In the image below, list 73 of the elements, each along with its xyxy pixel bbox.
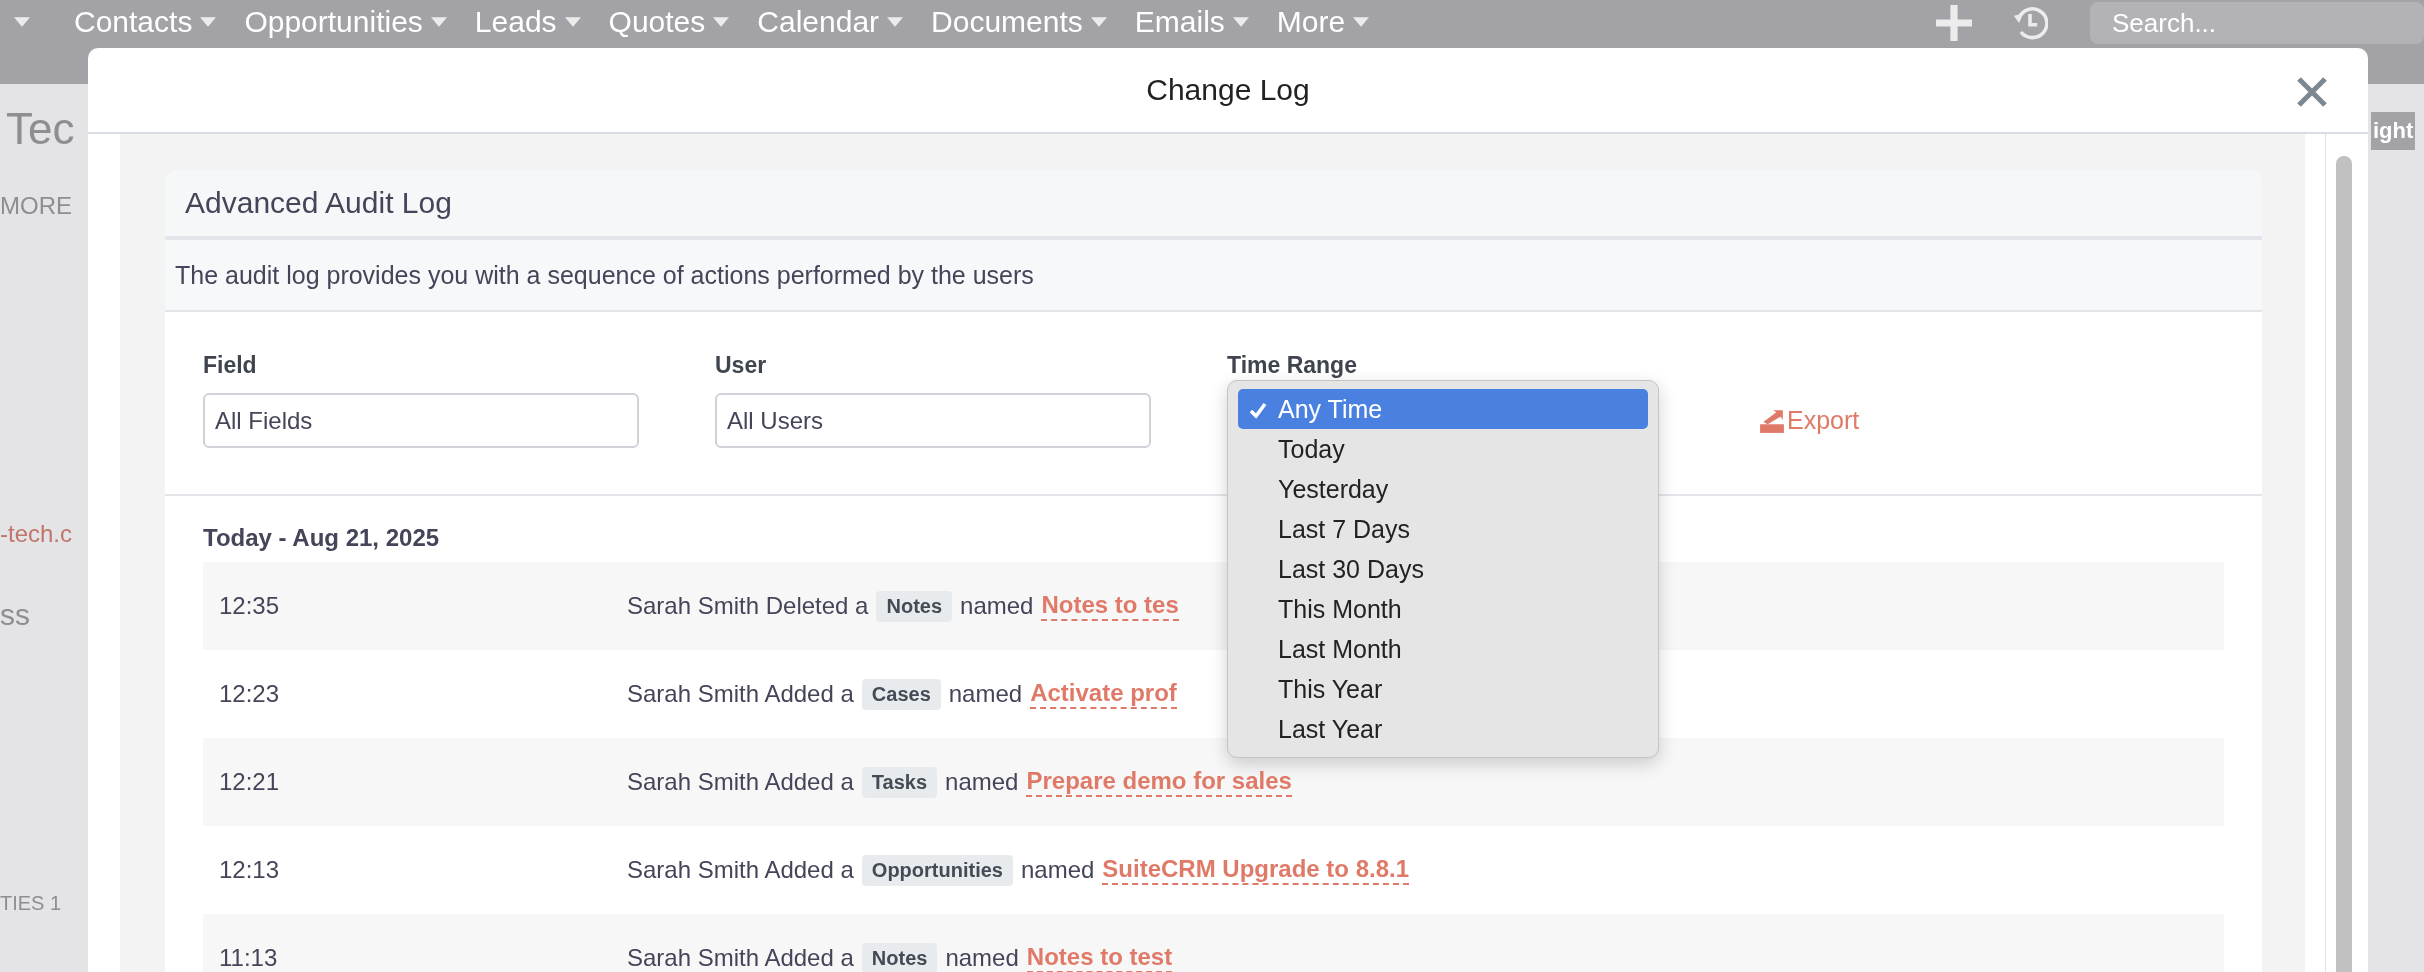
caret-icon (1353, 17, 1370, 27)
filter-field[interactable]: All Users (715, 393, 1151, 448)
action-text: Sarah Smith Added a (627, 944, 854, 972)
record-link[interactable]: Prepare demo for sales (1026, 767, 1292, 797)
filter-label: Field (203, 352, 258, 379)
connector-text: named (960, 592, 1034, 620)
history-icon[interactable] (2012, 5, 2048, 41)
page-text: TIES 1 (0, 892, 63, 915)
dropdown-option[interactable]: Last Year (1238, 709, 1648, 749)
page-text: -tech.c (0, 520, 74, 548)
dropdown-option[interactable]: Yesterday (1238, 469, 1648, 509)
filter-field[interactable]: All Fields (203, 393, 639, 448)
nav-menu-item[interactable]: More (1276, 2, 1370, 42)
dropdown-option[interactable]: Last 7 Days (1238, 509, 1648, 549)
dropdown-option[interactable]: This Year (1238, 669, 1648, 709)
dropdown-option[interactable]: Last Month (1238, 629, 1648, 669)
dropdown-option[interactable]: Any Time (1238, 389, 1648, 429)
dropdown-option[interactable]: This Month (1238, 589, 1648, 629)
caret-icon (430, 17, 447, 27)
record-link[interactable]: SuiteCRM Upgrade to 8.8.1 (1102, 855, 1410, 885)
action-text: Sarah Smith Added a (627, 680, 854, 708)
time-text: 11:13 (218, 944, 279, 972)
modal-title: Change Log (1146, 73, 1310, 107)
time-text: 12:35 (218, 592, 281, 620)
action-text: Sarah Smith Added a (627, 856, 854, 884)
dropdown-option[interactable]: Today (1238, 429, 1648, 469)
filter-label: Time Range (1227, 352, 1358, 379)
export-link[interactable]: Export (1759, 406, 1860, 435)
record-link[interactable]: Notes to test (1026, 943, 1173, 972)
record-link[interactable]: Notes to tes (1041, 591, 1179, 621)
module-tag: Notes (876, 590, 953, 622)
nav-menu-item[interactable]: Contacts (74, 2, 217, 42)
nav-menu-item[interactable]: Calendar (757, 2, 904, 42)
time-text: 12:23 (218, 680, 281, 708)
module-tag: Notes (861, 942, 938, 972)
module-tag: Tasks (861, 766, 938, 798)
caret-icon (1232, 17, 1249, 27)
page-text: ss (0, 598, 31, 632)
module-tag: Opportunities (861, 854, 1013, 886)
time-text: 12:21 (218, 768, 281, 796)
module-tag: Cases (861, 678, 941, 710)
action-text: Sarah Smith Deleted a (627, 592, 869, 620)
close-icon[interactable] (2296, 76, 2328, 108)
caret-icon (200, 17, 217, 27)
nav-menu-item[interactable]: Leads (474, 2, 581, 42)
page-text: Tec (6, 104, 76, 154)
caret-icon[interactable] (14, 17, 30, 27)
nav-menu-item[interactable]: Opportunities (244, 2, 447, 42)
connector-text: named (948, 680, 1023, 708)
filter-label: User (715, 352, 768, 379)
action-text: Sarah Smith Added a (627, 768, 854, 796)
connector-text: named (945, 768, 1019, 796)
caret-icon (713, 17, 730, 27)
caret-icon (564, 17, 581, 27)
export-icon (1759, 408, 1785, 433)
connector-text: named (1020, 856, 1095, 884)
dropdown-option[interactable]: Last 30 Days (1238, 549, 1648, 589)
record-link[interactable]: Activate prof (1030, 679, 1177, 709)
scrollbar-thumb[interactable] (2336, 156, 2352, 972)
description-text: The audit log provides you with a sequence of actions performed by the users (175, 260, 1034, 290)
time-text: 12:13 (218, 856, 281, 884)
nav-menu-item[interactable]: Quotes (608, 2, 730, 42)
caret-icon (887, 17, 904, 27)
page-text: MORE (0, 192, 73, 220)
check-icon (1248, 400, 1268, 420)
nav-menu-item[interactable]: Documents (931, 2, 1107, 42)
date-heading: Today - Aug 21, 2025 (203, 524, 440, 552)
search-field[interactable]: Search... (2090, 2, 2424, 44)
card-title: Advanced Audit Log (185, 186, 452, 220)
connector-text: named (945, 944, 1019, 972)
caret-icon (1090, 17, 1107, 27)
plus-icon[interactable] (1936, 5, 1972, 41)
nav-menu-item[interactable]: Emails (1134, 2, 1249, 42)
